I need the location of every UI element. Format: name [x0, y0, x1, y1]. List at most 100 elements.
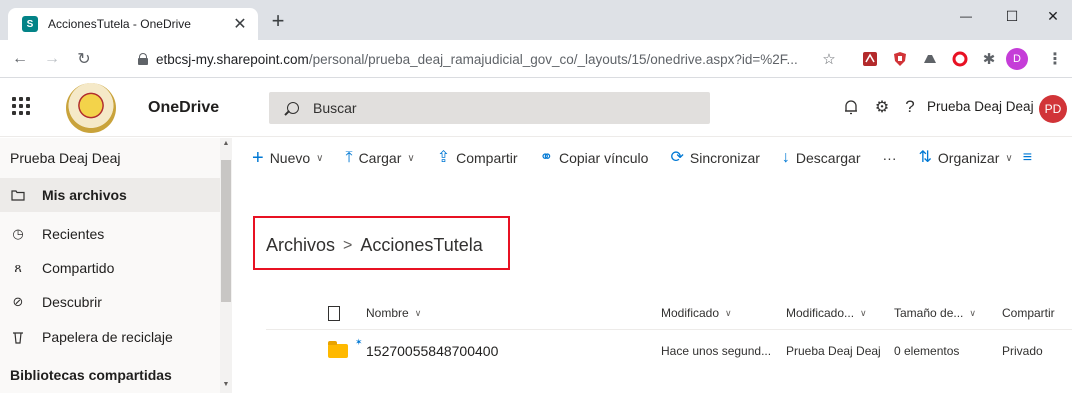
- minimize-window-button[interactable]: —: [943, 0, 989, 32]
- pdf-extension-icon[interactable]: [861, 50, 879, 68]
- download-label: Descargar: [795, 150, 861, 166]
- view-options-button[interactable]: ≡: [1023, 150, 1038, 166]
- download-icon: ↓: [781, 149, 790, 166]
- browser-toolbar: ← → ↻ etbcsj-my.sharepoint.com/personal/…: [0, 40, 1072, 78]
- opera-extension-icon[interactable]: [951, 50, 969, 68]
- lock-icon: [138, 53, 148, 65]
- breadcrumb-separator: >: [343, 236, 353, 254]
- sidebar-item-label: Papelera de reciclaje: [42, 329, 173, 345]
- copy-link-label: Copiar vínculo: [558, 150, 649, 166]
- maximize-window-button[interactable]: ☐: [989, 0, 1035, 32]
- chevron-down-icon: ∨: [1005, 152, 1013, 164]
- sidebar-item-label: Recientes: [42, 226, 105, 242]
- link-icon: ⚭: [539, 149, 553, 166]
- drive-extension-icon[interactable]: [921, 50, 939, 68]
- sync-icon: ⟳: [670, 149, 684, 166]
- column-header-size[interactable]: Tamaño de... ∨: [894, 296, 976, 330]
- column-header-sharing[interactable]: Compartir: [1002, 296, 1055, 330]
- sidebar-item-label: Descubrir: [42, 294, 102, 310]
- sort-button[interactable]: ⇅ Organizar ∨: [918, 149, 1013, 167]
- more-commands-button[interactable]: ···: [883, 150, 897, 166]
- share-icon: ⇪: [436, 149, 451, 166]
- close-window-button[interactable]: ✕: [1030, 0, 1072, 32]
- gear-icon[interactable]: ⚙: [871, 96, 893, 118]
- organization-seal-logo: [66, 83, 116, 133]
- sidebar-item-label: Compartido: [42, 260, 115, 276]
- column-header-modified[interactable]: Modificado ∨: [661, 296, 732, 330]
- share-button[interactable]: ⇪ Compartir: [436, 149, 518, 167]
- chevron-down-icon: ∨: [414, 307, 422, 318]
- upload-button[interactable]: ⤒ Cargar ∨: [345, 149, 415, 167]
- command-bar: + Nuevo ∨ ⤒ Cargar ∨ ⇪ Compartir ⚭ Copia…: [236, 138, 1072, 178]
- column-header-name[interactable]: Nombre ∨: [366, 296, 421, 330]
- nav-owner-title[interactable]: Prueba Deaj Deaj: [10, 150, 121, 166]
- upload-icon: ⤒: [345, 149, 353, 166]
- sidebar-item-recientes[interactable]: ◷ Recientes: [0, 217, 220, 251]
- recycle-bin-icon: [10, 329, 26, 345]
- browser-tab[interactable]: S AccionesTutela - OneDrive ✕: [8, 8, 258, 40]
- copy-link-button[interactable]: ⚭ Copiar vínculo: [539, 149, 649, 167]
- download-button[interactable]: ↓ Descargar: [781, 149, 861, 167]
- search-box[interactable]: Buscar: [269, 92, 710, 124]
- chevron-down-icon: ∨: [407, 152, 415, 164]
- people-icon: ጸ: [14, 260, 22, 275]
- compass-icon: ⊘: [12, 294, 24, 309]
- search-placeholder: Buscar: [313, 100, 357, 116]
- scroll-down-icon[interactable]: ▼: [221, 381, 231, 393]
- new-label: Nuevo: [269, 150, 311, 166]
- more-menu-icon[interactable]: ⋮: [1046, 50, 1064, 68]
- reload-icon[interactable]: ↻: [72, 48, 96, 70]
- sidebar-item-label: Mis archivos: [42, 187, 127, 203]
- puzzle-extensions-icon[interactable]: ✱: [980, 50, 998, 68]
- file-name[interactable]: 15270055848700400: [366, 333, 498, 369]
- sidebar-item-descubrir[interactable]: ⊘ Descubrir: [0, 285, 220, 319]
- file-size: 0 elementos: [894, 344, 960, 358]
- chevron-down-icon: ∨: [316, 152, 324, 164]
- file-type-column-header[interactable]: [328, 296, 340, 330]
- new-tab-button[interactable]: +: [266, 10, 290, 32]
- avatar[interactable]: PD: [1039, 95, 1067, 123]
- folder-icon: [10, 187, 26, 203]
- sync-button[interactable]: ⟳ Sincronizar: [670, 149, 760, 167]
- plus-icon: +: [252, 147, 264, 169]
- breadcrumb-current: AccionesTutela: [360, 235, 483, 255]
- sort-icon: ⇅: [918, 149, 932, 166]
- browser-tab-strip: S AccionesTutela - OneDrive ✕ + — ☐ ✕: [0, 0, 1072, 40]
- sync-label: Sincronizar: [689, 150, 760, 166]
- table-row[interactable]: ✶ 15270055848700400 Hace unos segund... …: [266, 333, 1072, 369]
- sharepoint-favicon-icon: S: [22, 16, 38, 32]
- new-item-sparkle-icon: ✶: [355, 337, 363, 347]
- column-header-modified-by[interactable]: Modificado... ∨: [786, 296, 867, 330]
- list-view-icon: ≡: [1022, 149, 1033, 166]
- breadcrumb-root[interactable]: Archivos: [266, 235, 335, 256]
- bookmark-star-icon[interactable]: ☆: [820, 50, 838, 68]
- app-launcher-icon[interactable]: [12, 97, 30, 115]
- forward-arrow-icon[interactable]: →: [40, 48, 64, 70]
- sidebar-section-shared-libraries[interactable]: Bibliotecas compartidas: [10, 367, 172, 383]
- scroll-up-icon[interactable]: ▲: [221, 140, 231, 152]
- help-icon[interactable]: ?: [899, 96, 921, 118]
- file-modified-by: Prueba Deaj Deaj: [786, 344, 881, 358]
- shield-extension-icon[interactable]: [891, 50, 909, 68]
- clock-icon: ◷: [12, 226, 24, 241]
- tab-close-icon[interactable]: ✕: [230, 14, 250, 34]
- bell-icon[interactable]: [840, 96, 862, 118]
- user-name[interactable]: Prueba Deaj Deaj: [927, 99, 1034, 114]
- profile-avatar[interactable]: D: [1006, 48, 1028, 70]
- new-button[interactable]: + Nuevo ∨: [252, 147, 324, 169]
- back-arrow-icon[interactable]: ←: [8, 48, 32, 70]
- scrollbar-thumb[interactable]: [221, 160, 231, 302]
- file-modified: Hace unos segund...: [661, 344, 772, 358]
- file-list-header: Nombre ∨ Modificado ∨ Modificado... ∨ Tamañ…: [266, 296, 1072, 330]
- app-name[interactable]: OneDrive: [148, 99, 219, 117]
- file-sharing: Privado: [1002, 344, 1043, 358]
- sort-label: Organizar: [937, 150, 1000, 166]
- chevron-down-icon: ∨: [969, 307, 976, 318]
- sidebar-item-mis-archivos[interactable]: Mis archivos: [0, 178, 220, 212]
- document-icon: [328, 305, 340, 321]
- search-icon: [287, 102, 299, 114]
- chevron-down-icon: ∨: [725, 307, 732, 318]
- address-bar[interactable]: etbcsj-my.sharepoint.com/personal/prueba…: [124, 45, 862, 73]
- sidebar-item-compartido[interactable]: ጸ Compartido: [0, 251, 220, 285]
- sidebar-item-papelera[interactable]: Papelera de reciclaje: [0, 320, 220, 354]
